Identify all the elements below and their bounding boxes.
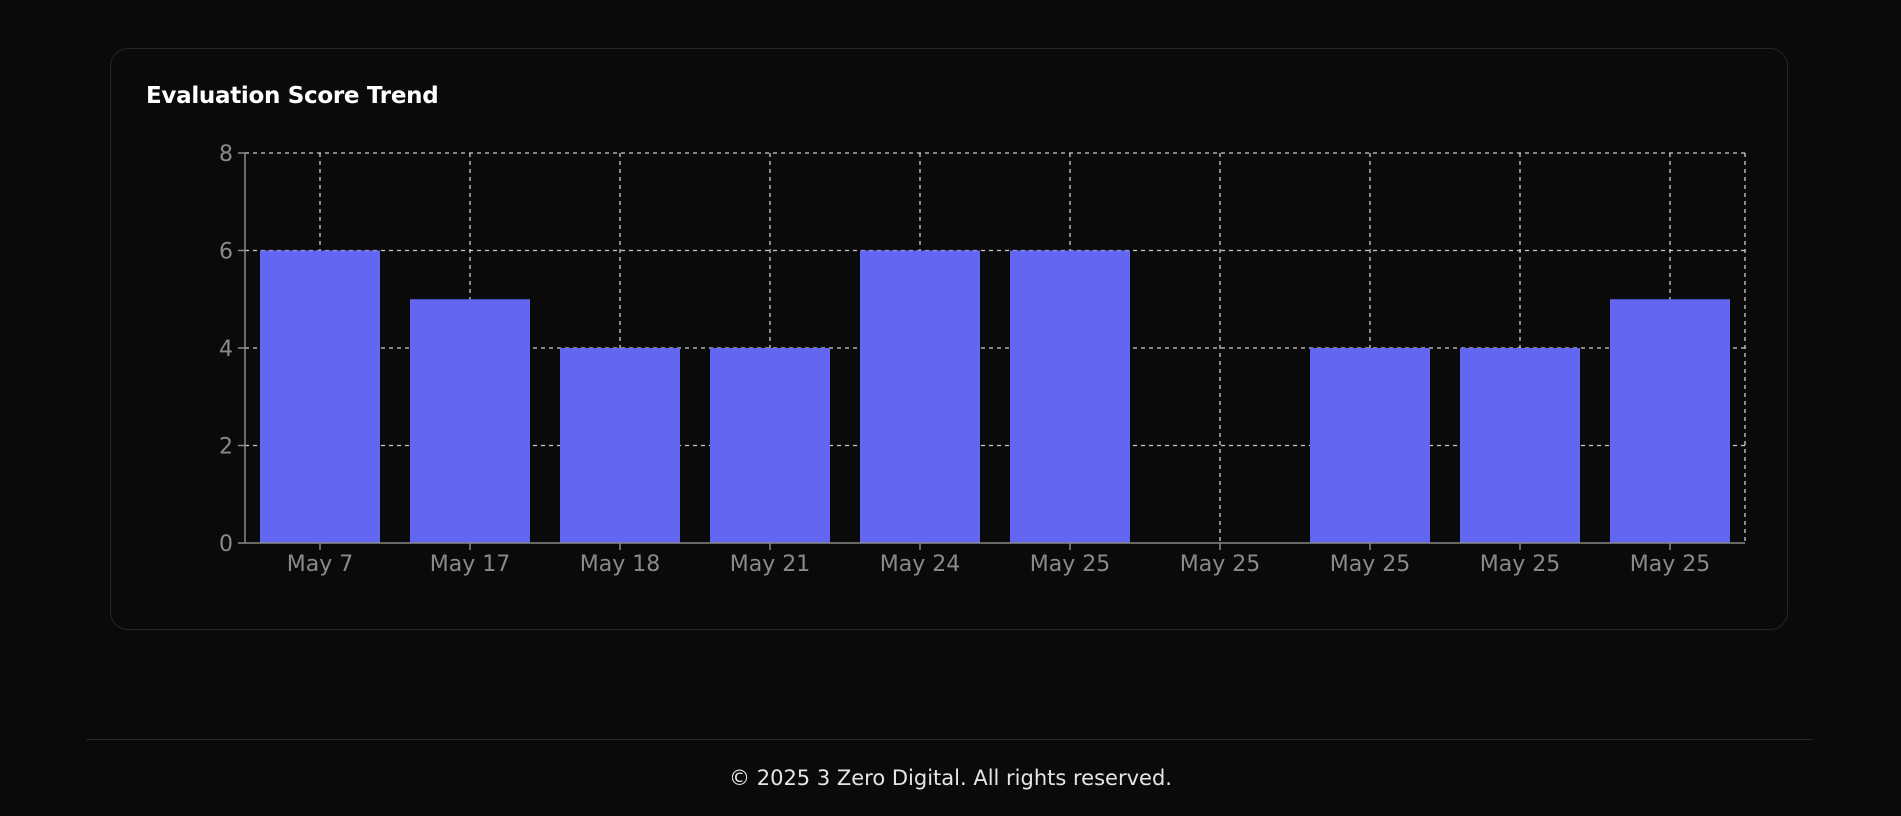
x-tick-label: May 21 [730,552,810,577]
bar-9 [1610,299,1730,543]
y-tick-label: 0 [219,532,233,557]
bar-2 [560,348,680,543]
bar-0 [260,250,380,543]
chart-card: Evaluation Score Trend 0 2 4 6 8 May 7 May 17 M… [110,48,1788,630]
footer-copyright: © 2025 3 Zero Digital. All rights reserv… [729,766,1172,790]
x-tick-label: May 24 [880,552,960,577]
x-tick-label: May 25 [1030,552,1110,577]
bar-7 [1310,348,1430,543]
footer-divider [86,739,1813,740]
x-tick-label: May 18 [580,552,660,577]
x-tick-label: May 25 [1180,552,1260,577]
x-tick-label: May 7 [287,552,353,577]
bar-4 [860,250,980,543]
bar-8 [1460,348,1580,543]
y-tick-label: 2 [219,435,233,460]
x-tick-label: May 17 [430,552,510,577]
bar-5 [1010,250,1130,543]
x-tick-label: May 25 [1630,552,1710,577]
x-tick-label: May 25 [1480,552,1560,577]
y-tick-label: 8 [219,142,233,167]
y-tick-label: 4 [219,337,233,362]
bar-3 [710,348,830,543]
bar-1 [410,299,530,543]
x-tick-label: May 25 [1330,552,1410,577]
y-tick-label: 6 [219,240,233,265]
page: Evaluation Score Trend 0 2 4 6 8 May 7 May 17 M… [0,0,1901,816]
bar-chart: 0 2 4 6 8 May 7 May 17 May 18 May 21 May 24 May 25… [219,142,1746,577]
